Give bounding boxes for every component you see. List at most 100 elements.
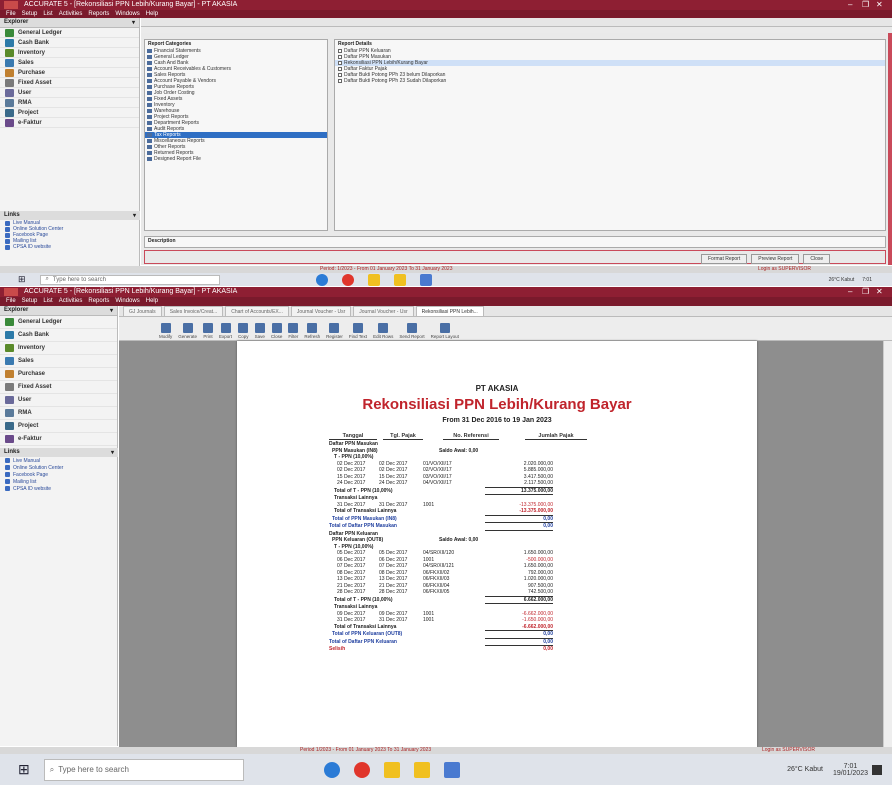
report-item[interactable]: Daftar Bukti Potong PPh 23 Sudah Dilapor… [335, 78, 885, 84]
edge-icon[interactable] [315, 273, 328, 286]
folder-icon[interactable] [393, 273, 406, 286]
sidebar-item-inventory[interactable]: Inventory [0, 48, 139, 58]
close-icon[interactable]: ✕ [876, 287, 883, 296]
sidebar-item-cash-bank[interactable]: Cash Bank [0, 38, 139, 48]
export-tool-button[interactable]: Export [219, 323, 232, 339]
menu-item-reports[interactable]: Reports [88, 11, 109, 17]
explorer-folder-icon[interactable] [383, 761, 400, 778]
tab-item[interactable]: Journal Voucher - Usr [353, 306, 414, 316]
send-report-tool-button[interactable]: Send Report [399, 323, 425, 339]
link-item[interactable]: CPSA ID website [0, 485, 118, 492]
sidebar-item-e-faktur[interactable]: e-Faktur [0, 433, 117, 446]
windows-start-icon[interactable]: ⊞ [18, 761, 30, 778]
menu-item-list[interactable]: List [43, 11, 52, 17]
restore-icon[interactable]: ❐ [862, 0, 869, 9]
minimize-icon[interactable]: – [848, 0, 852, 9]
collapse-icon[interactable]: ▾ [111, 449, 114, 456]
sidebar-item-user[interactable]: User [0, 394, 117, 407]
find-text-tool-button[interactable]: Find Text [349, 323, 367, 339]
menu-item-windows[interactable]: Windows [115, 11, 139, 17]
tab-item[interactable]: Journal Voucher - Usr [290, 306, 352, 316]
module-icon [5, 331, 14, 339]
vertical-scrollbar[interactable] [883, 341, 892, 747]
collapse-icon[interactable]: ▾ [133, 212, 136, 219]
pin-icon[interactable]: ▾ [132, 19, 135, 26]
window-border [888, 33, 892, 265]
opera-icon[interactable] [341, 273, 354, 286]
modify-tool-button[interactable]: Modify [159, 323, 172, 339]
minimize-icon[interactable]: – [848, 287, 852, 296]
restore-icon[interactable]: ❐ [862, 287, 869, 296]
close-tool-button[interactable]: Close [271, 323, 282, 339]
taskview-icon[interactable] [290, 274, 302, 286]
menu-item-help[interactable]: Help [146, 298, 158, 304]
sidebar-item-sales[interactable]: Sales [0, 58, 139, 68]
sidebar-item-label: Project [18, 109, 39, 116]
module-icon [5, 396, 14, 404]
sidebar-item-project[interactable]: Project [0, 420, 117, 433]
menu-item-file[interactable]: File [6, 11, 16, 17]
sidebar-item-general-ledger[interactable]: General Ledger [0, 28, 139, 38]
total-label: Selisih [329, 646, 346, 652]
refresh-tool-button[interactable]: Refresh [304, 323, 320, 339]
sidebar-item-sales[interactable]: Sales [0, 355, 117, 368]
sidebar-item-e-faktur[interactable]: e-Faktur [0, 118, 139, 128]
sidebar-item-inventory[interactable]: Inventory [0, 342, 117, 355]
menu-item-help[interactable]: Help [146, 11, 158, 17]
menu-item-list[interactable]: List [43, 298, 52, 304]
taskbar-search[interactable]: ⌕ Type here to search [39, 274, 220, 285]
tab-item[interactable]: GJ Journals [123, 306, 162, 316]
pin-icon[interactable]: ▾ [110, 307, 113, 314]
link-item[interactable]: Online Solution Center [0, 464, 118, 471]
tab-item[interactable]: Rekonsiliasi PPN Lebih... [415, 306, 484, 316]
menu-item-windows[interactable]: Windows [115, 298, 139, 304]
folder-icon [147, 91, 152, 95]
tab-item[interactable]: Sales Invoice/Creat... [163, 306, 224, 316]
sidebar-item-fixed-asset[interactable]: Fixed Asset [0, 78, 139, 88]
sidebar-item-purchase[interactable]: Purchase [0, 68, 139, 78]
save-tool-button[interactable]: Save [255, 323, 265, 339]
tab-item[interactable]: Chart of Accounts/EX... [225, 306, 289, 316]
sidebar-item-rma[interactable]: RMA [0, 98, 139, 108]
windows-start-icon[interactable]: ⊞ [18, 274, 26, 285]
link-item[interactable]: Live Manual [0, 457, 118, 464]
menu-item-reports[interactable]: Reports [88, 298, 109, 304]
filter-tool-button[interactable]: Filter [288, 323, 299, 339]
format-report-button[interactable]: Format Report [701, 254, 748, 264]
accurate-app-icon[interactable] [443, 761, 460, 778]
taskbar-search[interactable]: ⌕ Type here to search [43, 758, 244, 781]
sidebar-item-project[interactable]: Project [0, 108, 139, 118]
copy-tool-button[interactable]: Copy [238, 323, 249, 339]
report-layout-tool-button[interactable]: Report Layout [431, 323, 459, 339]
close-button[interactable]: Close [803, 254, 831, 264]
link-item[interactable]: Mailing list [0, 478, 118, 485]
edge-icon[interactable] [323, 761, 340, 778]
opera-icon[interactable] [353, 761, 370, 778]
tool-label: Find Text [348, 334, 368, 339]
register-tool-button[interactable]: Register [326, 323, 343, 339]
accurate-app-icon[interactable] [419, 273, 432, 286]
print-tool-button[interactable]: Print [203, 323, 214, 339]
sidebar-item-cash-bank[interactable]: Cash Bank [0, 329, 117, 342]
generate-tool-button[interactable]: Generate [178, 323, 197, 339]
report-category-item[interactable]: Designed Report File [145, 156, 327, 162]
folder-icon[interactable] [413, 761, 430, 778]
menu-item-file[interactable]: File [6, 298, 16, 304]
menu-item-activities[interactable]: Activities [59, 11, 83, 17]
preview-report-button[interactable]: Preview Report [751, 254, 800, 264]
sidebar-item-user[interactable]: User [0, 88, 139, 98]
sidebar-item-purchase[interactable]: Purchase [0, 368, 117, 381]
explorer-folder-icon[interactable] [367, 273, 380, 286]
menu-item-setup[interactable]: Setup [22, 11, 38, 17]
sidebar-item-general-ledger[interactable]: General Ledger [0, 316, 117, 329]
notification-icon[interactable] [872, 764, 882, 775]
close-icon[interactable]: ✕ [876, 0, 883, 9]
link-item[interactable]: CPSA ID website [0, 244, 140, 250]
menu-item-setup[interactable]: Setup [22, 298, 38, 304]
edit-rows-tool-button[interactable]: Edit Rows [373, 323, 393, 339]
link-item[interactable]: Facebook Page [0, 471, 118, 478]
sidebar-item-rma[interactable]: RMA [0, 407, 117, 420]
menu-item-activities[interactable]: Activities [59, 298, 83, 304]
sidebar-item-fixed-asset[interactable]: Fixed Asset [0, 381, 117, 394]
taskview-icon[interactable] [294, 762, 310, 778]
